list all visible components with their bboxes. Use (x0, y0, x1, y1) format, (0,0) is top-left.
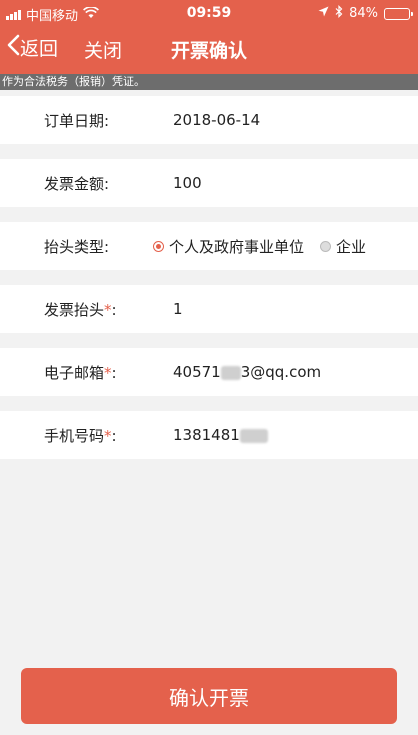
redacted-blur (220, 365, 241, 380)
label-colon: : (111, 426, 117, 445)
phone-label: 手机号码*: (44, 425, 117, 446)
required-mark: * (104, 363, 112, 382)
order-date-row: 订单日期: 2018-06-14 (0, 96, 418, 144)
confirm-invoice-button[interactable]: 确认开票 (21, 668, 397, 724)
battery-icon (384, 7, 413, 20)
amount-value: 100 (173, 174, 202, 192)
order-date-label: 订单日期: (44, 111, 110, 130)
invoice-title-label: 发票抬头*: (44, 299, 117, 320)
radio-selected-icon (153, 240, 164, 252)
email-value-prefix: 40571 (173, 363, 221, 381)
title-type-row: 抬头类型: 个人及政府事业单位 企业 (0, 222, 418, 270)
battery-percent: 84% (349, 6, 378, 21)
radio-personal[interactable]: 个人及政府事业单位 (153, 236, 304, 257)
notice-banner: 作为合法税务（报销）凭证。 (0, 74, 418, 90)
phone-label-text: 手机号码 (44, 426, 105, 445)
phone-value-prefix: 1381481 (173, 426, 240, 444)
label-colon: : (111, 300, 117, 319)
email-value[interactable]: 40571 3@qq.com (173, 363, 321, 381)
required-mark: * (104, 426, 112, 445)
radio-unselected-icon (320, 240, 332, 252)
email-label: 电子邮箱*: (44, 362, 117, 383)
email-row[interactable]: 电子邮箱*: 40571 3@qq.com (0, 348, 418, 396)
radio-company[interactable]: 企业 (320, 236, 366, 257)
page-title: 开票确认 (170, 40, 247, 62)
amount-label: 发票金额: (44, 174, 110, 193)
status-bar: 中国移动 09:59 84% (0, 0, 418, 26)
status-right: 84% (318, 5, 413, 22)
invoice-title-value[interactable]: 1 (173, 300, 183, 318)
location-arrow-icon (318, 6, 329, 21)
radio-company-label: 企业 (336, 237, 367, 256)
required-mark: * (104, 300, 112, 319)
email-value-suffix: 3@qq.com (240, 363, 322, 381)
amount-row: 发票金额: 100 (0, 159, 418, 207)
title-type-radio-group: 个人及政府事业单位 企业 (153, 236, 376, 257)
phone-value[interactable]: 1381481 (173, 426, 268, 444)
phone-row[interactable]: 手机号码*: 1381481 (0, 411, 418, 459)
redacted-blur (239, 428, 268, 443)
radio-personal-label: 个人及政府事业单位 (169, 237, 305, 256)
invoice-title-label-text: 发票抬头 (44, 300, 105, 319)
title-type-label: 抬头类型: (44, 237, 110, 256)
top-bar: 中国移动 09:59 84% 返回 关闭 开票确认 (0, 0, 418, 74)
invoice-title-row[interactable]: 发票抬头*: 1 (0, 285, 418, 333)
nav-bar: 返回 关闭 开票确认 (0, 26, 418, 74)
order-date-value: 2018-06-14 (173, 111, 261, 129)
email-label-text: 电子邮箱 (44, 363, 105, 382)
label-colon: : (111, 363, 117, 382)
bluetooth-icon (335, 5, 343, 22)
